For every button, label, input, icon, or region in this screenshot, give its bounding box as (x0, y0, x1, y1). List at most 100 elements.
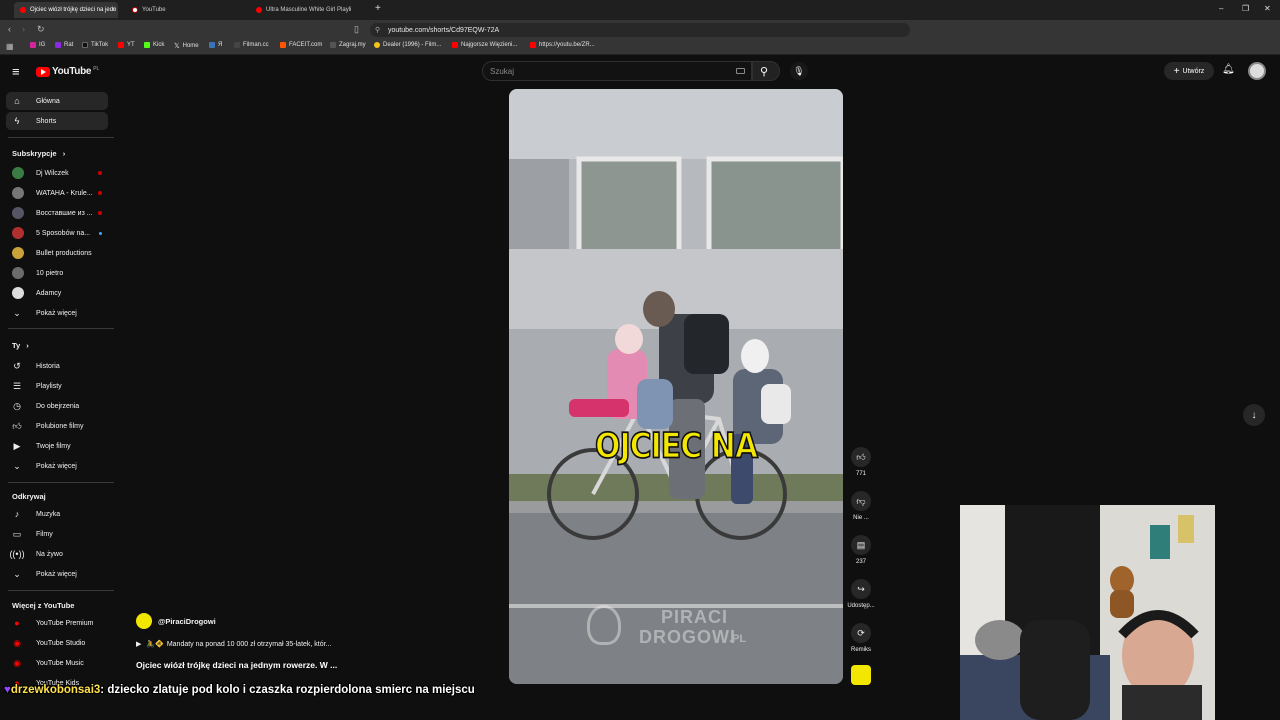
sidebar-item-sub[interactable]: 5 Sposobów na... (6, 224, 108, 242)
bookmark-item[interactable]: TikTok (82, 42, 108, 48)
bookmark-favicon-icon (234, 42, 240, 48)
bookmark-icon[interactable]: ▯ (354, 24, 359, 35)
youtube-favicon-icon (256, 7, 262, 13)
chevron-right-icon: › (62, 149, 66, 158)
search-placeholder: Szukaj (490, 67, 515, 76)
bookmark-item[interactable]: Dealer (1996) - Film... (374, 42, 441, 48)
short-channel[interactable]: @PiraciDrogowi (136, 613, 216, 629)
create-button[interactable]: + Utwórz (1164, 62, 1214, 80)
bookmark-item[interactable]: Zagraj.my (330, 42, 366, 48)
sidebar-item-sub[interactable]: Восставшие из ... (6, 204, 108, 222)
sidebar-item-films[interactable]: ▭ Filmy (6, 525, 108, 543)
sidebar-item-history[interactable]: ↺ Historia (6, 357, 108, 375)
chat-username: drzewkobonsai3 (10, 684, 101, 696)
streamer-webcam (960, 505, 1215, 720)
bookmark-item[interactable]: https://youtu.be/ZR... (530, 42, 595, 48)
sidebar-item-label: Na żywo (36, 550, 63, 558)
channel-avatar (12, 207, 24, 219)
sidebar-item-sub[interactable]: WATAHA - Krule... (6, 184, 108, 202)
tab-playlist[interactable]: Ultra Masculine White Girl Playli (250, 2, 365, 18)
sidebar-item-music-app[interactable]: ◉ YouTube Music (6, 654, 108, 672)
more-from-youtube-heading: Więcej z YouTube (12, 601, 74, 610)
address-bar[interactable]: ⚲ youtube.com/shorts/Cd97EQW-72A (370, 23, 910, 37)
bookmark-label: YT (127, 42, 135, 48)
film-icon: ▭ (12, 528, 22, 539)
channel-thumbnail[interactable] (851, 665, 871, 685)
like-icon: 👍︎ (12, 420, 22, 431)
share-button[interactable]: ↪ Udostęp... (842, 579, 880, 609)
show-more-explore[interactable]: ⌄ Pokaż więcej (6, 565, 108, 583)
restore-icon[interactable]: ❐ (1242, 4, 1249, 13)
notifications-bell-icon[interactable]: 🔔︎ (1222, 64, 1235, 75)
close-tab-icon[interactable]: × (111, 5, 116, 14)
bookmark-item[interactable]: YT (118, 42, 135, 48)
avatar[interactable] (1248, 62, 1266, 80)
bookmark-item[interactable]: Kick (144, 42, 164, 48)
watermark-line2: DROGOWI (639, 627, 736, 647)
sidebar-item-watch-later[interactable]: ◷ Do obejrzenia (6, 397, 108, 415)
channel-avatar (12, 187, 24, 199)
search-button[interactable]: ⚲ (752, 61, 780, 81)
short-description[interactable]: ▶ 🚴🚸 Mandaty na ponad 10 000 zł otrzymał… (136, 640, 331, 649)
bookmark-item[interactable]: Rat (55, 42, 73, 48)
create-label: Utwórz (1182, 67, 1205, 75)
sidebar-item-sub[interactable]: Bullet productions (6, 244, 108, 262)
short-video-player[interactable]: OJCIEC NA PIRACI DROGOWI .PL (509, 89, 843, 684)
tab-active[interactable]: Ojciec wiózł trójkę dzieci na jedn (14, 2, 118, 18)
sidebar-item-live[interactable]: ((•)) Na żywo (6, 545, 108, 563)
subscriptions-heading[interactable]: Subskrypcje › (12, 149, 65, 158)
music-icon: ♪ (14, 509, 20, 519)
chevron-down-icon: ⌄ (13, 307, 21, 318)
x-icon: 𝕏 (174, 43, 180, 50)
sidebar-item-shorts[interactable]: ϟ Shorts (6, 112, 108, 130)
sidebar-item-sub[interactable]: Adamcy (6, 284, 108, 302)
sidebar-item-label: Filmy (36, 530, 53, 538)
short-title[interactable]: Ojciec wiózł trójkę dzieci na jednym row… (136, 660, 337, 670)
sidebar-item-label: 5 Sposobów na... (36, 229, 91, 237)
new-tab-button[interactable]: + (375, 3, 381, 14)
voice-search-button[interactable]: 🎙 (790, 62, 808, 80)
bookmark-item[interactable]: IG (30, 42, 45, 48)
sidebar-item-playlists[interactable]: ☰ Playlisty (6, 377, 108, 395)
video-caption: OJCIEC NA (594, 426, 759, 468)
sidebar-item-studio[interactable]: ◉ YouTube Studio (6, 634, 108, 652)
sidebar-item-music[interactable]: ♪ Muzyka (6, 505, 108, 523)
sidebar-item-sub[interactable]: Dj Wilczek (6, 164, 108, 182)
bookmark-item[interactable]: Najgorsze Więzieni... (452, 42, 517, 48)
sidebar-item-label: Pokaż więcej (36, 309, 77, 317)
reload-icon[interactable]: ↻ (37, 24, 45, 35)
bookmark-label: Najgorsze Więzieni... (461, 42, 518, 48)
forward-icon[interactable]: › (22, 24, 25, 34)
minimize-icon[interactable]: – (1219, 4, 1223, 13)
channel-avatar (12, 267, 24, 279)
sidebar-item-liked[interactable]: 👍︎ Polubione filmy (6, 417, 108, 435)
bookmark-item[interactable]: Я (209, 42, 222, 48)
remix-button[interactable]: ⟳ Remiks (848, 623, 874, 653)
search-input[interactable]: Szukaj (482, 61, 752, 81)
sidebar-item-home[interactable]: ⌂ Główna (6, 92, 108, 110)
comments-button[interactable]: ▤ 237 (848, 535, 874, 565)
like-button[interactable]: 👍︎ 771 (848, 447, 874, 477)
dislike-button[interactable]: 👎︎ Nie ... (848, 491, 874, 521)
sidebar-item-your-videos[interactable]: ▶ Twoje filmy (6, 437, 108, 455)
back-icon[interactable]: ‹ (8, 24, 11, 34)
you-heading[interactable]: Ty › (12, 341, 29, 350)
sidebar-item-premium[interactable]: ● YouTube Premium (6, 614, 108, 632)
close-window-icon[interactable]: ✕ (1264, 4, 1271, 13)
hamburger-menu-icon[interactable]: ≡ (12, 64, 20, 79)
chevron-down-icon: ⌄ (13, 568, 21, 579)
video-watermark: PIRACI DROGOWI .PL (587, 599, 787, 659)
youtube-logo[interactable]: YouTube PL (36, 66, 99, 77)
bookmark-item[interactable]: 𝕏 Home (174, 42, 199, 50)
apps-grid-icon[interactable]: ▦ (6, 42, 14, 51)
show-more-subscriptions[interactable]: ⌄ Pokaż więcej (6, 304, 108, 322)
tab-youtube[interactable]: YouTube (126, 2, 246, 18)
bookmark-item[interactable]: FACEIT.com (280, 42, 322, 48)
keyboard-icon[interactable] (736, 68, 745, 74)
next-short-button[interactable]: ↓ (1243, 404, 1265, 426)
sidebar-item-sub[interactable]: 10 pietro (6, 264, 108, 282)
bookmark-label: Home (182, 43, 199, 49)
bookmark-item[interactable]: Filman.cc (234, 42, 269, 48)
site-info-icon[interactable]: ⚲ (375, 26, 380, 34)
show-more-you[interactable]: ⌄ Pokaż więcej (6, 457, 108, 475)
